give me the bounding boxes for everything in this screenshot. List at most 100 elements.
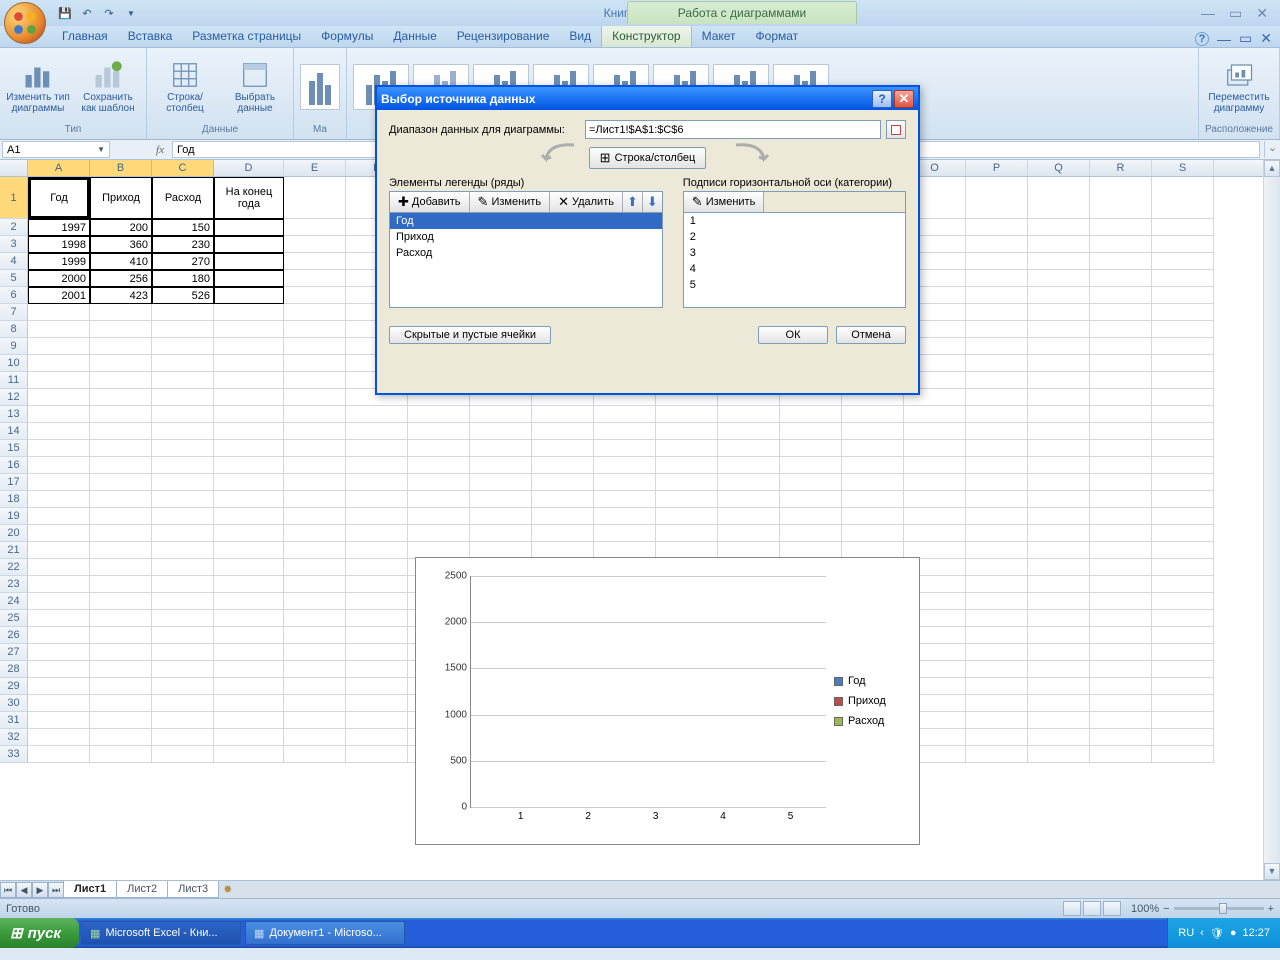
cell[interactable]: 150 bbox=[152, 219, 214, 236]
cell[interactable] bbox=[904, 474, 966, 491]
cell[interactable] bbox=[90, 406, 152, 423]
cell[interactable] bbox=[1028, 712, 1090, 729]
row-header[interactable]: 6 bbox=[0, 287, 28, 304]
cell[interactable] bbox=[656, 423, 718, 440]
switch-row-column-button[interactable]: ⊞Строка/столбец bbox=[589, 147, 707, 169]
cell[interactable] bbox=[966, 525, 1028, 542]
cell[interactable] bbox=[532, 457, 594, 474]
cell[interactable] bbox=[1152, 253, 1214, 270]
cell[interactable] bbox=[152, 729, 214, 746]
sheet-nav-first-icon[interactable]: ⏮ bbox=[0, 882, 16, 898]
cell[interactable] bbox=[28, 644, 90, 661]
cell[interactable] bbox=[780, 474, 842, 491]
cell[interactable] bbox=[1152, 661, 1214, 678]
cell[interactable] bbox=[28, 440, 90, 457]
cell[interactable] bbox=[284, 746, 346, 763]
row-header[interactable]: 33 bbox=[0, 746, 28, 763]
cell[interactable] bbox=[1152, 593, 1214, 610]
tray-icon[interactable]: ‹ bbox=[1200, 927, 1204, 939]
doc-close-icon[interactable]: ✕ bbox=[1260, 30, 1272, 47]
cell[interactable] bbox=[90, 508, 152, 525]
row-header[interactable]: 28 bbox=[0, 661, 28, 678]
row-header[interactable]: 14 bbox=[0, 423, 28, 440]
cell[interactable] bbox=[152, 304, 214, 321]
cell[interactable] bbox=[1028, 457, 1090, 474]
cell[interactable] bbox=[90, 678, 152, 695]
cell[interactable] bbox=[470, 440, 532, 457]
language-indicator[interactable]: RU bbox=[1178, 927, 1194, 939]
cell[interactable] bbox=[966, 746, 1028, 763]
cell[interactable] bbox=[90, 542, 152, 559]
cell[interactable] bbox=[1028, 219, 1090, 236]
cell[interactable] bbox=[656, 440, 718, 457]
cell[interactable] bbox=[214, 610, 284, 627]
cell[interactable] bbox=[90, 423, 152, 440]
cell[interactable] bbox=[1152, 644, 1214, 661]
cell[interactable] bbox=[594, 406, 656, 423]
cell[interactable] bbox=[408, 423, 470, 440]
cell[interactable] bbox=[152, 406, 214, 423]
select-all-button[interactable] bbox=[0, 160, 28, 176]
cell[interactable] bbox=[28, 508, 90, 525]
cell[interactable] bbox=[470, 508, 532, 525]
cell[interactable] bbox=[1028, 177, 1090, 219]
tab-review[interactable]: Рецензирование bbox=[447, 25, 560, 47]
cell[interactable] bbox=[966, 219, 1028, 236]
zoom-in-icon[interactable]: + bbox=[1268, 903, 1274, 915]
cell[interactable] bbox=[780, 423, 842, 440]
list-item[interactable]: Приход bbox=[390, 229, 662, 245]
cell[interactable] bbox=[1090, 304, 1152, 321]
cell[interactable] bbox=[1152, 576, 1214, 593]
cell[interactable] bbox=[346, 525, 408, 542]
cell[interactable] bbox=[966, 389, 1028, 406]
cell[interactable] bbox=[780, 406, 842, 423]
row-header[interactable]: 10 bbox=[0, 355, 28, 372]
cell[interactable] bbox=[904, 457, 966, 474]
cell[interactable] bbox=[1152, 746, 1214, 763]
cell[interactable] bbox=[1028, 253, 1090, 270]
cell[interactable] bbox=[152, 338, 214, 355]
cell[interactable] bbox=[214, 474, 284, 491]
cell[interactable] bbox=[1090, 406, 1152, 423]
layout-thumb[interactable] bbox=[300, 64, 340, 110]
tab-insert[interactable]: Вставка bbox=[118, 25, 183, 47]
cell[interactable] bbox=[1028, 576, 1090, 593]
cell[interactable] bbox=[214, 406, 284, 423]
cell[interactable] bbox=[346, 440, 408, 457]
cell[interactable] bbox=[284, 406, 346, 423]
sheet-tab[interactable]: Лист2 bbox=[116, 881, 168, 898]
row-header[interactable]: 4 bbox=[0, 253, 28, 270]
cell[interactable] bbox=[214, 355, 284, 372]
cell[interactable] bbox=[1090, 253, 1152, 270]
cell[interactable] bbox=[90, 695, 152, 712]
cell[interactable] bbox=[90, 593, 152, 610]
cell[interactable] bbox=[1028, 338, 1090, 355]
cell[interactable] bbox=[152, 457, 214, 474]
cell[interactable] bbox=[1152, 440, 1214, 457]
cell[interactable] bbox=[1090, 559, 1152, 576]
cell[interactable] bbox=[1028, 491, 1090, 508]
cell[interactable] bbox=[284, 576, 346, 593]
row-header[interactable]: 20 bbox=[0, 525, 28, 542]
categories-edit-button[interactable]: ✎Изменить bbox=[684, 192, 765, 212]
cell[interactable] bbox=[284, 219, 346, 236]
cell[interactable] bbox=[214, 695, 284, 712]
cell[interactable] bbox=[1152, 270, 1214, 287]
cell[interactable] bbox=[904, 423, 966, 440]
cell[interactable] bbox=[28, 457, 90, 474]
cell[interactable] bbox=[408, 525, 470, 542]
fx-icon[interactable]: fx bbox=[148, 144, 172, 156]
cell[interactable] bbox=[904, 491, 966, 508]
cell[interactable] bbox=[346, 746, 408, 763]
column-header[interactable]: S bbox=[1152, 160, 1214, 176]
cell[interactable]: 526 bbox=[152, 287, 214, 304]
cell[interactable] bbox=[346, 729, 408, 746]
cell[interactable] bbox=[966, 712, 1028, 729]
categories-list[interactable]: 12345 bbox=[683, 212, 906, 308]
cell[interactable] bbox=[1152, 627, 1214, 644]
cell[interactable] bbox=[214, 746, 284, 763]
cell[interactable] bbox=[1028, 508, 1090, 525]
cell[interactable] bbox=[842, 423, 904, 440]
cell[interactable] bbox=[966, 321, 1028, 338]
cell[interactable] bbox=[28, 389, 90, 406]
